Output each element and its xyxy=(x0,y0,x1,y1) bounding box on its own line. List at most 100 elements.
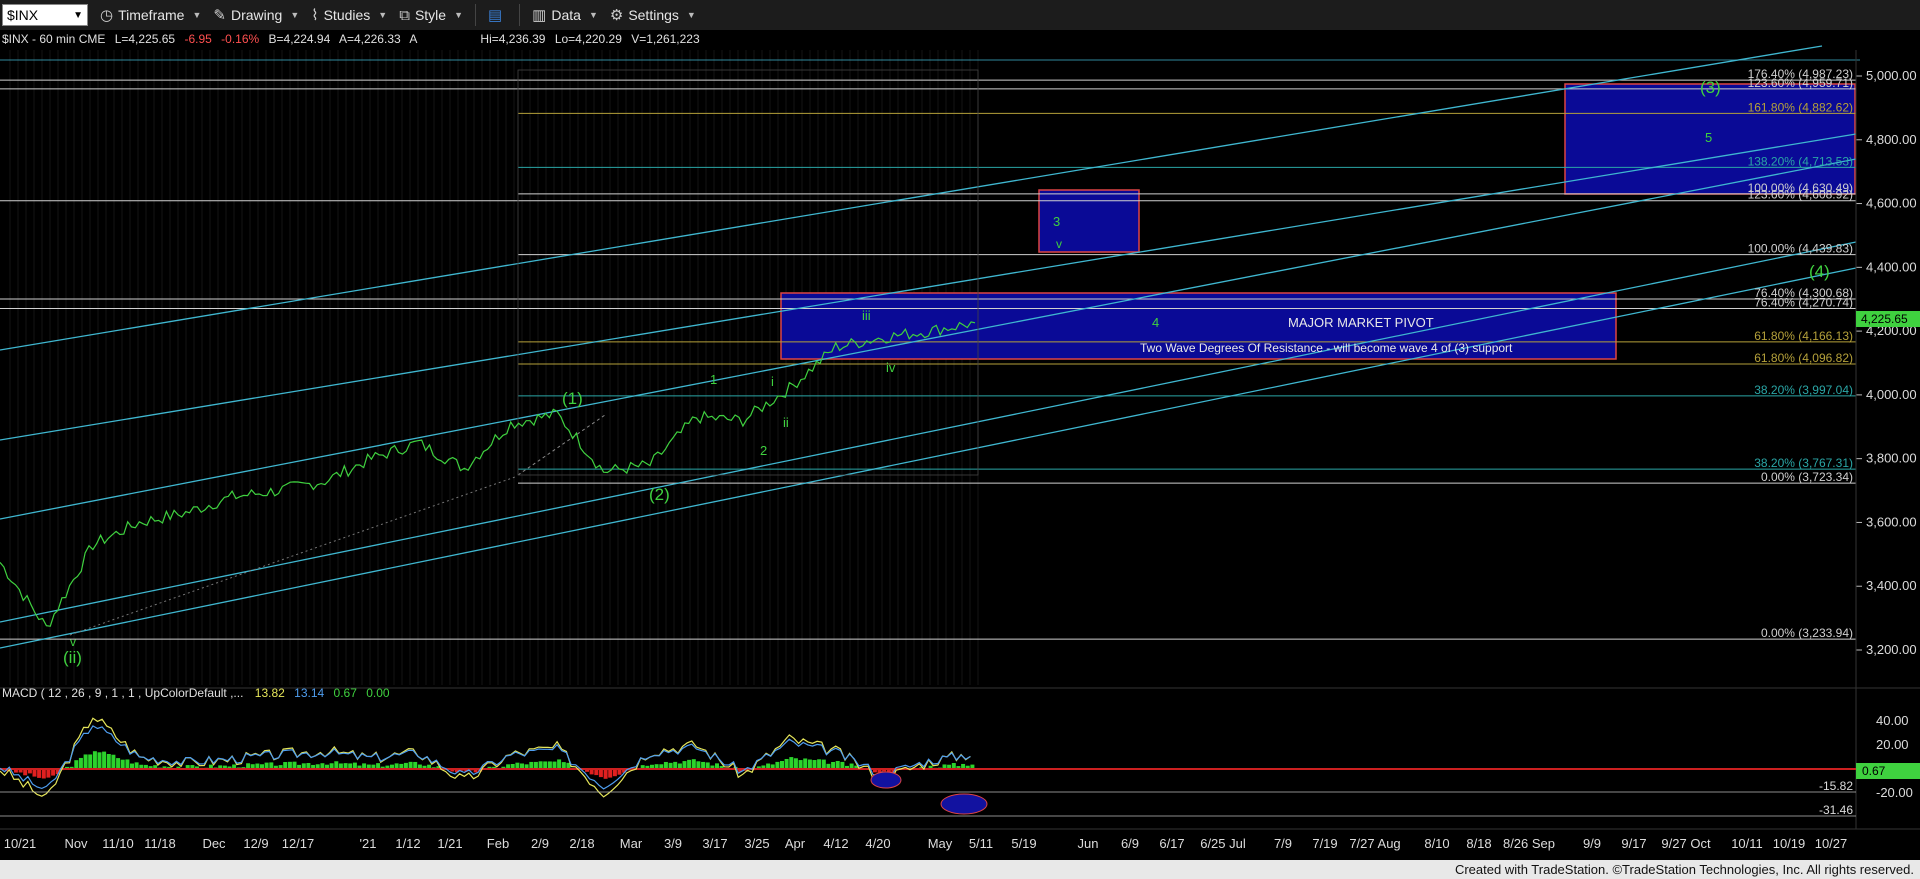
macd-bar xyxy=(283,762,288,770)
price-tick-label: 4,800.00 xyxy=(1866,132,1917,147)
gear-icon: ⚙ xyxy=(609,7,624,24)
fib-label: 123.60% (4,608.92) xyxy=(1748,188,1853,202)
macd-bar xyxy=(603,769,608,779)
macd-bar xyxy=(835,760,840,769)
time-tick-label: Feb xyxy=(487,836,509,851)
macd-bar xyxy=(46,769,51,778)
chevron-down-icon: ▼ xyxy=(454,10,463,20)
resistance-label: Two Wave Degrees Of Resistance - will be… xyxy=(1140,341,1513,355)
fib-label: 0.00% (3,723.34) xyxy=(1761,470,1853,484)
macd-bar xyxy=(408,761,413,769)
macd-label: MACD ( 12 , 26 , 9 , 1 , 1 , UpColorDefa… xyxy=(2,686,243,700)
macd-bar xyxy=(78,757,83,770)
macd-bar xyxy=(557,759,562,770)
toolbar-divider xyxy=(474,4,476,26)
fib-label: 61.80% (4,096.82) xyxy=(1754,351,1853,365)
macd-bar xyxy=(102,751,107,770)
toolbar: $INX ▼ ◷ Timeframe ▼ ✎ Drawing ▼ ⌇ Studies ▼ ⧉… xyxy=(0,0,1920,31)
macd-bar xyxy=(598,769,603,778)
ask-value: A=4,226.33 xyxy=(339,32,401,46)
timeframe-label: Timeframe xyxy=(118,7,185,23)
footer-text: Created with TradeStation. ©TradeStation… xyxy=(1454,862,1914,877)
macd-bar xyxy=(125,759,130,770)
time-tick-label: '21 xyxy=(360,836,377,851)
symbol-text: $INX xyxy=(7,7,39,23)
chevron-down-icon[interactable]: ▼ xyxy=(73,10,83,21)
time-tick-label: 3/9 xyxy=(664,836,682,851)
time-tick-label: 2/18 xyxy=(569,836,594,851)
wave-label-5: 5 xyxy=(1705,130,1712,145)
price-tick-label: 4,600.00 xyxy=(1866,196,1917,211)
macd-bar xyxy=(789,757,794,769)
macd-last-tag-text: 0.67 xyxy=(1862,764,1886,778)
macd-bar xyxy=(83,754,88,769)
macd-bar xyxy=(111,754,116,770)
time-tick-label: 5/11 xyxy=(969,836,993,851)
settings-label: Settings xyxy=(628,7,679,23)
price-tick-label: 3,400.00 xyxy=(1866,578,1917,593)
symbol-input[interactable]: $INX ▼ xyxy=(2,4,88,26)
settings-button[interactable]: ⚙ Settings ▼ xyxy=(610,6,696,24)
time-tick-label: 7/9 xyxy=(1274,836,1292,851)
macd-bar xyxy=(687,759,692,769)
time-tick-label: 10/21 xyxy=(4,836,37,851)
wave-label-4-major: (4) xyxy=(1809,262,1830,281)
studies-button[interactable]: ⌇ Studies ▼ xyxy=(311,6,387,24)
macd-bar xyxy=(547,761,552,770)
high-value: Hi=4,236.39 xyxy=(480,32,545,46)
macd-bar xyxy=(831,761,836,769)
wave-label-iii: iii xyxy=(862,308,871,323)
wave-label-ii: (ii) xyxy=(63,648,82,667)
time-tick-label: Dec xyxy=(202,836,226,851)
time-tick-label: 6/17 xyxy=(1159,836,1184,851)
macd-value-4: 0.00 xyxy=(366,686,390,700)
macd-bar xyxy=(793,758,798,769)
time-tick-label: May xyxy=(928,836,953,851)
time-tick-label: 7/27 Aug xyxy=(1349,836,1400,851)
macd-tick-label: 40.00 xyxy=(1876,713,1909,728)
macd-bar xyxy=(134,762,139,769)
price-tick-label: 3,200.00 xyxy=(1866,642,1917,657)
macd-level-label: -31.46 xyxy=(1819,803,1853,817)
style-button[interactable]: ⧉ Style ▼ xyxy=(399,7,463,24)
time-tick-label: Jun xyxy=(1078,836,1099,851)
fib-label: 0.00% (3,233.94) xyxy=(1761,626,1853,640)
data-button[interactable]: ▥ Data ▼ xyxy=(532,6,598,24)
timeframe-button[interactable]: ◷ Timeframe ▼ xyxy=(100,6,201,24)
symbol-info: $INX - 60 min CME xyxy=(2,32,105,46)
change-value: -6.95 xyxy=(184,32,212,46)
change-pct: -0.16% xyxy=(221,32,259,46)
time-tick-label: 9/9 xyxy=(1583,836,1601,851)
drawing-button[interactable]: ✎ Drawing ▼ xyxy=(213,6,299,24)
macd-bar xyxy=(691,759,696,769)
time-tick-label: 2/9 xyxy=(531,836,549,851)
macd-bar xyxy=(533,761,538,770)
price-chart[interactable]: $INX - 60 min CME L=4,225.65 -6.95 -0.16… xyxy=(0,30,1920,860)
macd-bar xyxy=(543,761,548,770)
macd-bar xyxy=(682,761,687,769)
fib-label: 38.20% (3,767.31) xyxy=(1754,456,1853,470)
wave-label-1: (1) xyxy=(562,389,583,408)
macd-bar xyxy=(97,752,102,770)
wave-label-v-box: v xyxy=(1056,237,1062,251)
bid-value: B=4,224.94 xyxy=(269,32,331,46)
fib-label: 76.40% (4,270.74) xyxy=(1754,296,1853,310)
macd-bar xyxy=(88,754,93,769)
macd-bar xyxy=(561,762,566,770)
macd-bar xyxy=(92,751,97,770)
macd-bar xyxy=(106,753,111,769)
clock-icon: ◷ xyxy=(100,7,114,24)
time-tick-label: 4/20 xyxy=(865,836,890,851)
time-tick-label: 8/18 xyxy=(1466,836,1491,851)
macd-bar xyxy=(673,761,678,769)
layout-button[interactable]: ▤ xyxy=(488,6,507,24)
price-tick-label: 4,400.00 xyxy=(1866,259,1917,274)
macd-bar xyxy=(334,761,339,769)
macd-bar xyxy=(608,769,613,778)
macd-bar xyxy=(775,761,780,769)
macd-bar xyxy=(840,761,845,770)
macd-bar xyxy=(821,759,826,769)
macd-bar xyxy=(701,761,706,770)
layout-icon: ▤ xyxy=(487,7,503,24)
time-tick-label: 1/21 xyxy=(437,836,462,851)
